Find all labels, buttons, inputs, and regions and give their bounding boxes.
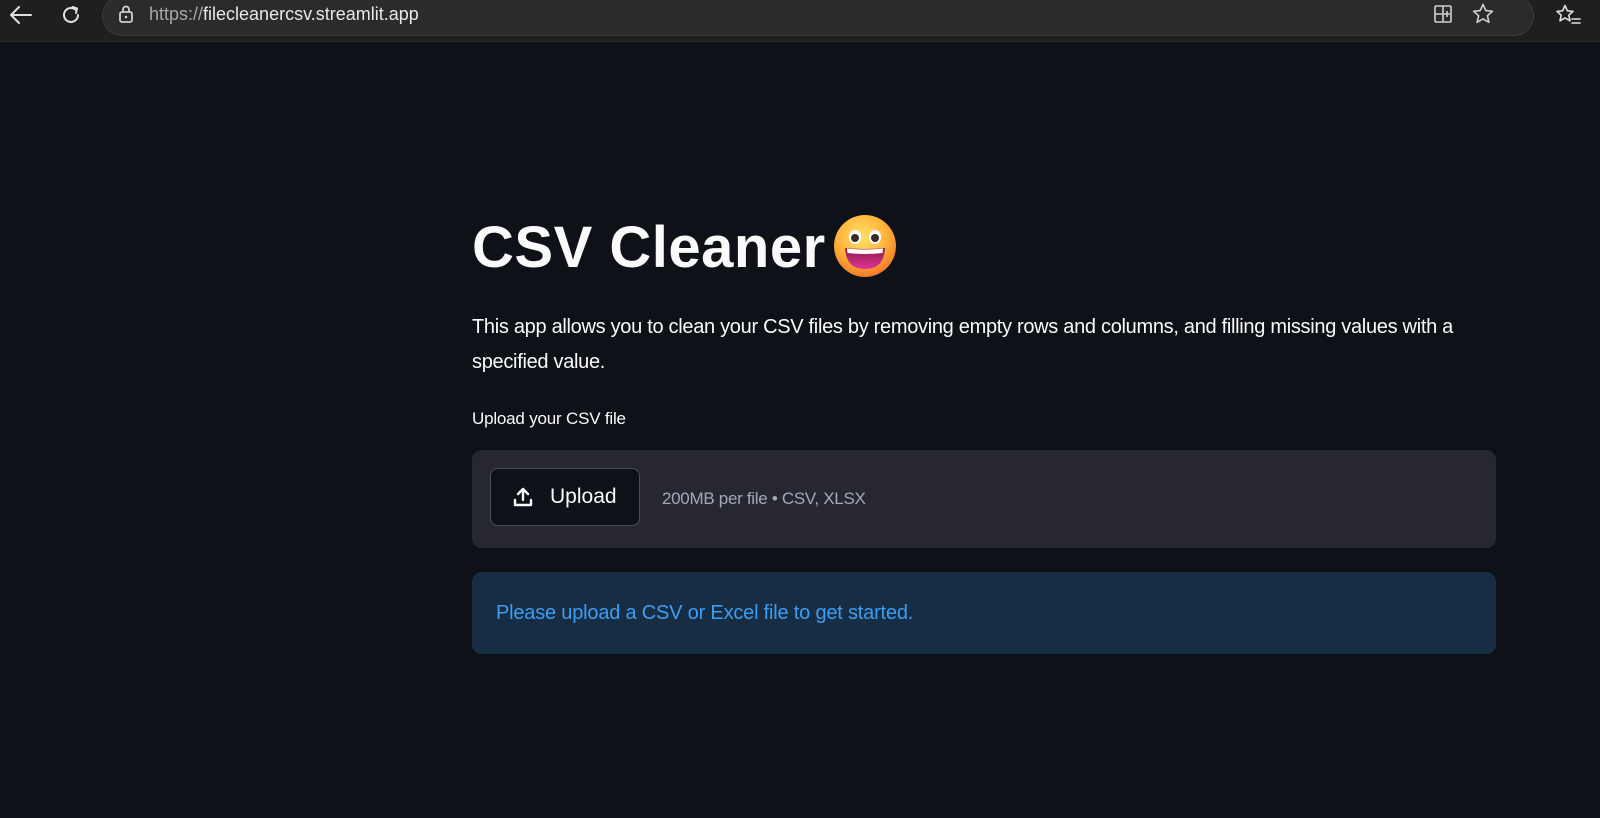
reload-button[interactable] <box>51 0 91 30</box>
file-uploader-label: Upload your CSV file <box>472 409 626 428</box>
split-screen-icon[interactable] <box>1429 1 1457 27</box>
upload-button-label: Upload <box>550 485 617 508</box>
url-host: filecleanercsv.streamlit.app <box>203 4 419 24</box>
info-alert: Please upload a CSV or Excel file to get… <box>472 572 1496 654</box>
back-button[interactable] <box>0 0 40 30</box>
url-scheme: https:// <box>149 4 204 24</box>
app-description: This app allows you to clean your CSV fi… <box>472 316 1454 373</box>
favorites-button[interactable] <box>1550 0 1586 30</box>
grinning-face-emoji-icon <box>834 215 896 277</box>
file-dropzone[interactable]: Upload 200MB per file • CSV, XLSX <box>472 450 1496 548</box>
favorites-icon <box>1556 4 1581 24</box>
url-text[interactable]: https://filecleanercsv.streamlit.app <box>149 3 419 25</box>
address-bar[interactable]: https://filecleanercsv.streamlit.app <box>102 0 1534 36</box>
info-message: Please upload a CSV or Excel file to get… <box>496 602 914 624</box>
upload-limit-hint: 200MB per file • CSV, XLSX <box>662 489 866 508</box>
browser-toolbar: https://filecleanercsv.streamlit.app <box>0 0 1600 42</box>
upload-button[interactable]: Upload <box>490 468 640 526</box>
upload-icon <box>513 487 533 507</box>
back-arrow-icon <box>10 6 32 24</box>
reload-icon <box>63 6 79 23</box>
star-icon[interactable] <box>1469 1 1497 27</box>
lock-icon[interactable] <box>115 3 137 25</box>
page-title: CSV Cleaner <box>472 215 826 280</box>
